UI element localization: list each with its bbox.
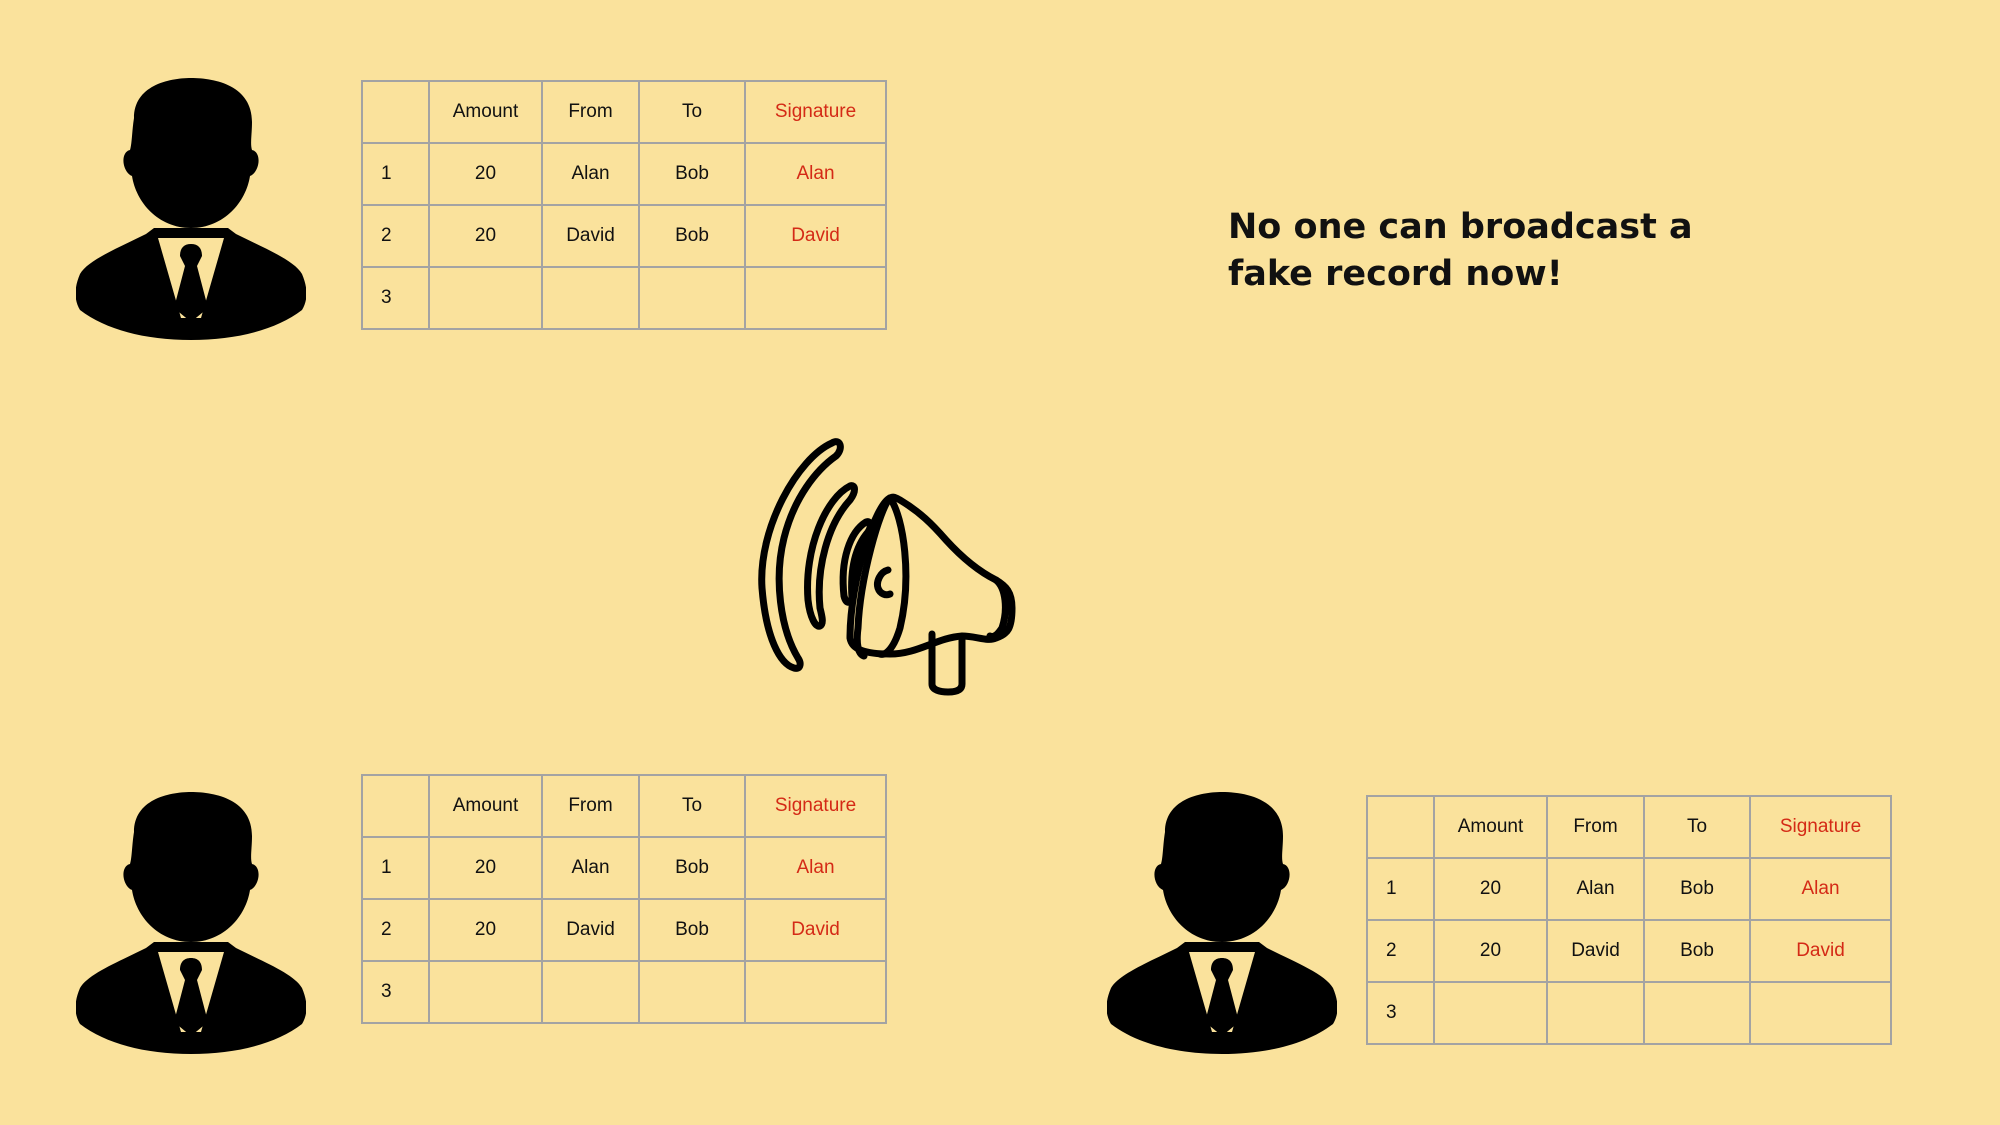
from-cell: David <box>1546 919 1645 983</box>
amount-cell <box>428 960 543 1024</box>
header-amount: Amount <box>1433 795 1548 859</box>
header-signature: Signature <box>744 80 887 144</box>
signature-cell: Alan <box>1749 857 1892 921</box>
amount-cell: 20 <box>428 836 543 900</box>
ledger-row: 1 20 Alan Bob Alan <box>361 142 887 206</box>
person-icon <box>76 792 306 1054</box>
signature-cell: David <box>744 204 887 268</box>
from-cell <box>541 266 640 330</box>
from-cell: Alan <box>1546 857 1645 921</box>
ledger-table: Amount From To Signature 1 20 Alan Bob A… <box>361 80 887 330</box>
signature-cell <box>1749 981 1892 1045</box>
header-amount: Amount <box>428 774 543 838</box>
header-index-cell <box>1366 795 1435 859</box>
to-cell: Bob <box>1643 919 1751 983</box>
signature-cell <box>744 960 887 1024</box>
header-to: To <box>638 774 746 838</box>
amount-cell: 20 <box>1433 857 1548 921</box>
person-icon <box>76 78 306 340</box>
from-cell: Alan <box>541 836 640 900</box>
row-index: 2 <box>361 898 430 962</box>
header-signature: Signature <box>1749 795 1892 859</box>
signature-cell: David <box>1749 919 1892 983</box>
header-index-cell <box>361 774 430 838</box>
from-cell: David <box>541 204 640 268</box>
ledger-row: 1 20 Alan Bob Alan <box>361 836 887 900</box>
from-cell <box>1546 981 1645 1045</box>
ledger-row: 2 20 David Bob David <box>1366 919 1892 983</box>
signature-cell <box>744 266 887 330</box>
to-cell: Bob <box>1643 857 1751 921</box>
header-to: To <box>638 80 746 144</box>
to-cell: Bob <box>638 836 746 900</box>
row-index: 1 <box>1366 857 1435 921</box>
amount-cell: 20 <box>1433 919 1548 983</box>
from-cell <box>541 960 640 1024</box>
ledger-header-row: Amount From To Signature <box>361 80 887 144</box>
to-cell <box>638 960 746 1024</box>
signature-cell: Alan <box>744 142 887 206</box>
ledger-row: 3 <box>361 960 887 1024</box>
ledger-row: 2 20 David Bob David <box>361 898 887 962</box>
row-index: 1 <box>361 142 430 206</box>
person-icon <box>1107 792 1337 1054</box>
headline-text: No one can broadcast a fake record now! <box>1228 207 1693 294</box>
megaphone-icon <box>740 428 1070 698</box>
row-index: 3 <box>361 960 430 1024</box>
ledger-table: Amount From To Signature 1 20 Alan Bob A… <box>1366 795 1892 1045</box>
amount-cell <box>1433 981 1548 1045</box>
to-cell: Bob <box>638 204 746 268</box>
header-signature: Signature <box>744 774 887 838</box>
row-index: 2 <box>361 204 430 268</box>
row-index: 3 <box>1366 981 1435 1045</box>
amount-cell: 20 <box>428 142 543 206</box>
header-to: To <box>1643 795 1751 859</box>
row-index: 1 <box>361 836 430 900</box>
ledger-table: Amount From To Signature 1 20 Alan Bob A… <box>361 774 887 1024</box>
from-cell: David <box>541 898 640 962</box>
header-amount: Amount <box>428 80 543 144</box>
header-from: From <box>1546 795 1645 859</box>
from-cell: Alan <box>541 142 640 206</box>
row-index: 2 <box>1366 919 1435 983</box>
signature-cell: David <box>744 898 887 962</box>
to-cell: Bob <box>638 142 746 206</box>
signature-cell: Alan <box>744 836 887 900</box>
ledger-row: 3 <box>1366 981 1892 1045</box>
row-index: 3 <box>361 266 430 330</box>
to-cell <box>638 266 746 330</box>
amount-cell: 20 <box>428 898 543 962</box>
amount-cell <box>428 266 543 330</box>
ledger-row: 1 20 Alan Bob Alan <box>1366 857 1892 921</box>
ledger-row: 2 20 David Bob David <box>361 204 887 268</box>
ledger-row: 3 <box>361 266 887 330</box>
to-cell <box>1643 981 1751 1045</box>
amount-cell: 20 <box>428 204 543 268</box>
ledger-header-row: Amount From To Signature <box>1366 795 1892 859</box>
header-from: From <box>541 774 640 838</box>
header-from: From <box>541 80 640 144</box>
ledger-header-row: Amount From To Signature <box>361 774 887 838</box>
to-cell: Bob <box>638 898 746 962</box>
header-index-cell <box>361 80 430 144</box>
